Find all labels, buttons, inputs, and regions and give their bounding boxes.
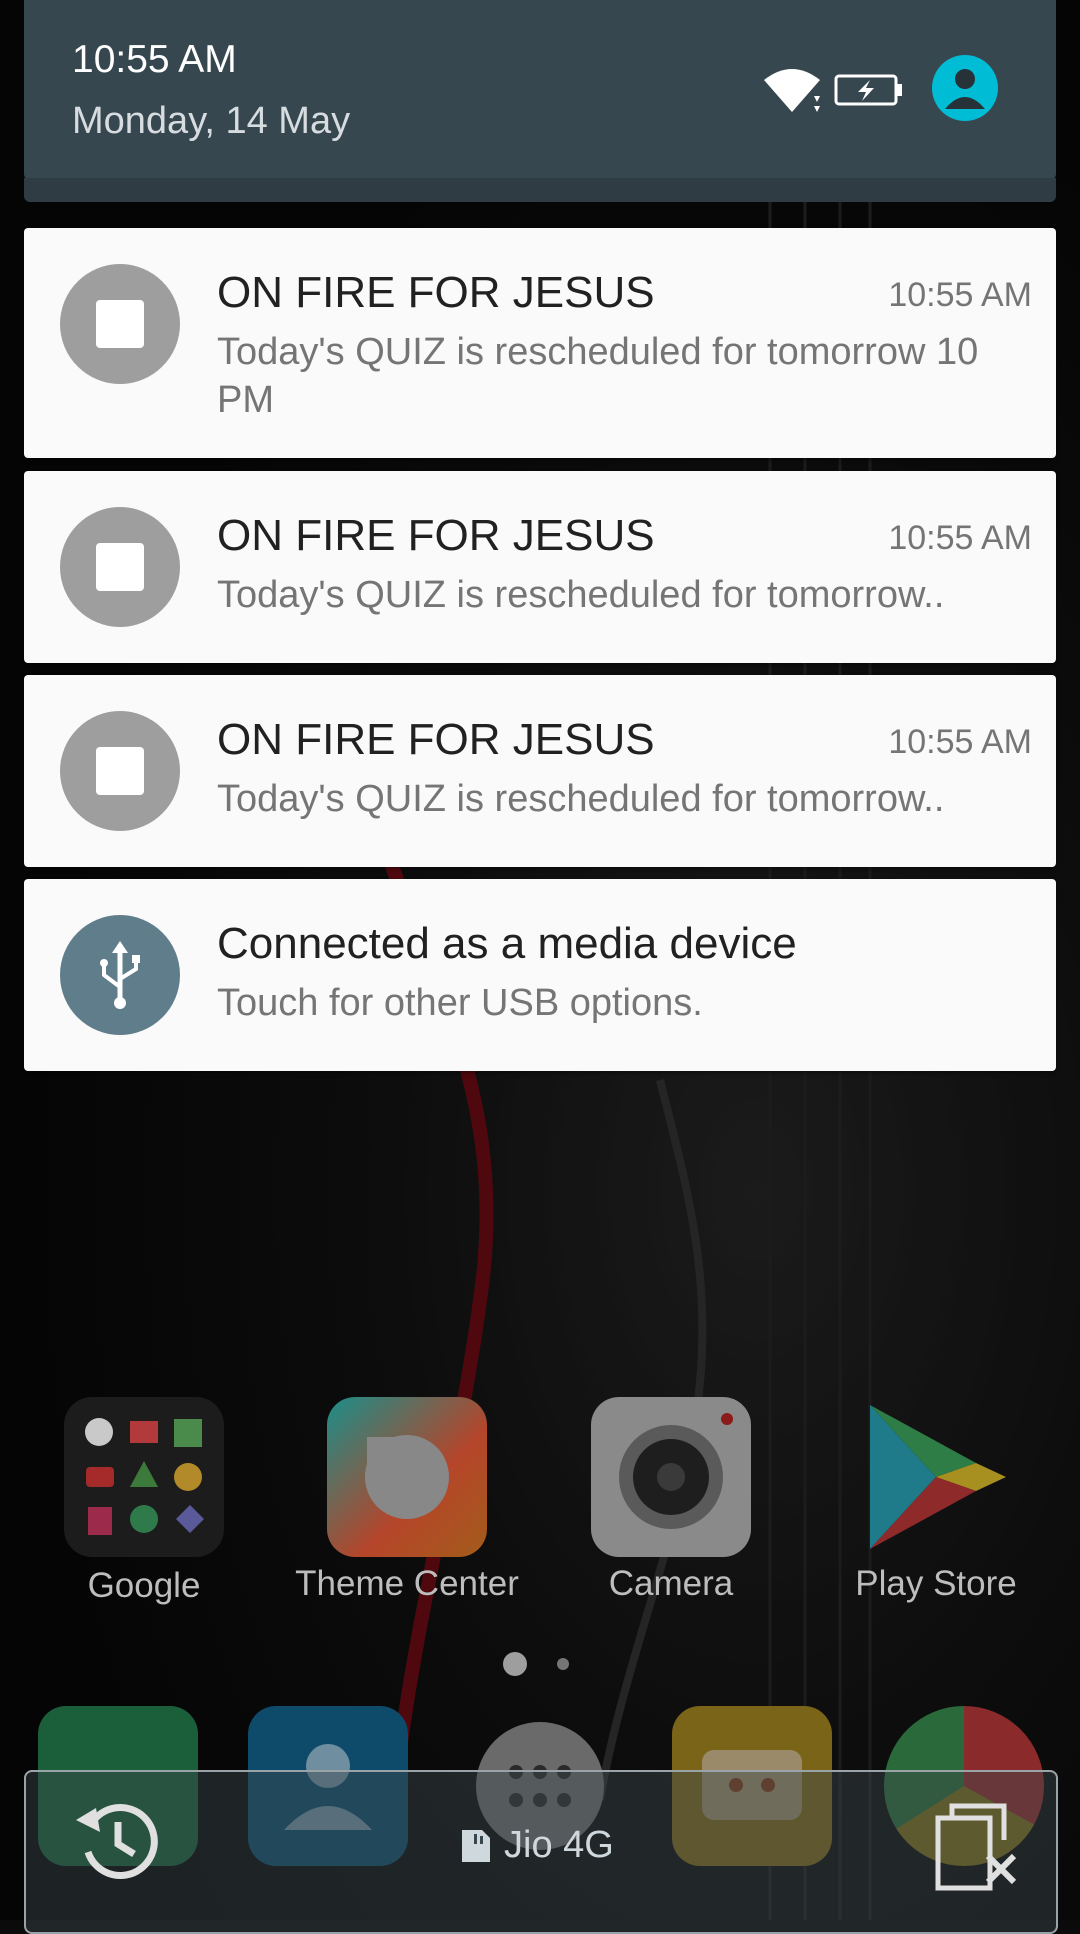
- page-indicator: [557, 1658, 569, 1670]
- notification-card[interactable]: ON FIRE FOR JESUS 10:55 AM Today's QUIZ …: [24, 675, 1056, 867]
- app-label-play-store: Play Store: [855, 1564, 1017, 1603]
- camera-icon[interactable]: [591, 1397, 751, 1557]
- notification-title: ON FIRE FOR JESUS: [217, 268, 655, 317]
- notification-text: Today's QUIZ is rescheduled for tomorrow…: [217, 778, 945, 820]
- app-label-camera: Camera: [608, 1564, 734, 1603]
- page-indicator-active: [503, 1652, 527, 1676]
- play-store-icon[interactable]: [856, 1397, 1016, 1557]
- history-icon[interactable]: [66, 1790, 166, 1890]
- date: Monday, 14 May: [72, 100, 351, 142]
- app-notification-icon: [60, 264, 180, 384]
- usb-icon: [60, 915, 180, 1035]
- battery-charging-icon: [834, 74, 902, 106]
- app-label-google: Google: [87, 1566, 201, 1605]
- sim-card-icon: [462, 1830, 490, 1862]
- clear-all-icon[interactable]: [930, 1800, 1026, 1896]
- notification-text: Today's QUIZ is rescheduled for tomorrow…: [217, 574, 945, 616]
- google-folder-icon[interactable]: [64, 1397, 224, 1557]
- notification-time: 10:55 AM: [888, 723, 1032, 761]
- notification-time: 10:55 AM: [888, 276, 1032, 314]
- notification-card[interactable]: ON FIRE FOR JESUS 10:55 AM Today's QUIZ …: [24, 471, 1056, 663]
- quick-settings-header[interactable]: 10:55 AM Monday, 14 May: [24, 0, 1056, 180]
- wifi-icon: [764, 69, 820, 112]
- notification-title: ON FIRE FOR JESUS: [217, 511, 655, 560]
- notification-title: Connected as a media device: [217, 919, 797, 968]
- carrier-label: Jio 4G: [504, 1824, 614, 1866]
- notification-time: 10:55 AM: [888, 519, 1032, 557]
- app-notification-icon: [60, 507, 180, 627]
- header-handle: [24, 178, 1056, 202]
- notification-card[interactable]: ON FIRE FOR JESUS 10:55 AM Today's QUIZ …: [24, 228, 1056, 458]
- notification-text: Touch for other USB options.: [217, 982, 703, 1024]
- app-notification-icon: [60, 711, 180, 831]
- notification-title: ON FIRE FOR JESUS: [217, 715, 655, 764]
- theme-center-icon[interactable]: [327, 1397, 487, 1557]
- app-label-theme-center: Theme Center: [295, 1564, 519, 1603]
- clock: 10:55 AM: [72, 38, 237, 81]
- notification-text: Today's QUIZ is rescheduled for tomorrow…: [217, 331, 979, 421]
- usb-notification-card[interactable]: Connected as a media device Touch for ot…: [24, 879, 1056, 1071]
- user-avatar-icon[interactable]: [932, 55, 998, 121]
